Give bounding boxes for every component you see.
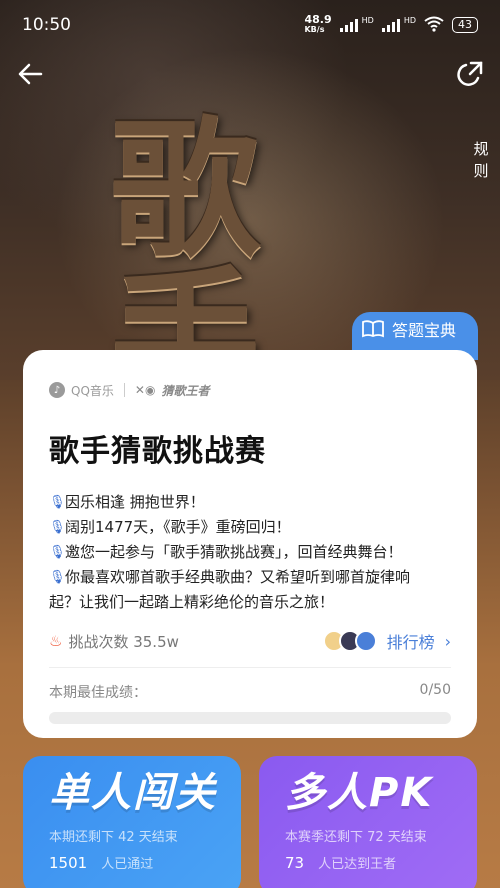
status-time: 10:50: [22, 15, 71, 35]
challenge-count-text: 挑战次数 35.5w: [68, 632, 179, 651]
signal-2-icon: [381, 18, 400, 32]
back-button[interactable]: [14, 58, 46, 90]
description-line: 🎙 阔别1477天，《歌手》重磅回归！: [49, 515, 451, 540]
hd2-label: HD: [403, 15, 416, 25]
share-button[interactable]: [454, 58, 486, 90]
pk-mode-subtitle: 本赛季还剩下 72 天结束: [285, 830, 427, 845]
fire-icon: ♨: [49, 632, 63, 650]
description-line: 起？让我们一起踏上精彩绝伦的音乐之旅！: [49, 590, 451, 615]
challenge-count: ♨ 挑战次数 35.5w: [49, 631, 179, 652]
brand-game-label: 猜歌王者: [161, 383, 210, 398]
description-text: 因乐相逢 拥抱世界！: [65, 493, 205, 511]
description: 🎙 因乐相逢 拥抱世界！ 🎙 阔别1477天，《歌手》重磅回归！ 🎙 邀您一起参与「歌…: [49, 490, 451, 615]
wifi-icon: [424, 16, 444, 35]
signal-1-icon: [339, 18, 358, 32]
solo-mode-count-row: 1501 人已通过: [49, 853, 241, 872]
pk-mode-card[interactable]: 多人PK 本赛季还剩下 72 天结束 73 人已达到王者: [259, 756, 477, 888]
pk-mode-title: 多人PK: [285, 770, 434, 816]
status-bar: 10:50 48.9 KB/s HD HD 43: [0, 0, 500, 50]
brand-qq-label: QQ音乐: [71, 383, 114, 398]
answer-guide-label: 答题宝典: [392, 321, 457, 340]
best-score-value: 0/50: [419, 682, 451, 698]
stats-row: ♨ 挑战次数 35.5w 排行榜 ›: [49, 629, 451, 653]
status-indicators: 48.9 KB/s HD HD 43: [304, 13, 478, 35]
avatar: [354, 630, 377, 652]
best-score-row: 本期最佳成绩： 0/50: [49, 682, 451, 702]
ranking-label[interactable]: 排行榜: [387, 629, 435, 653]
avatar-group: [322, 630, 377, 652]
description-line: 🎙 邀您一起参与「歌手猜歌挑战赛」，回首经典舞台！: [49, 540, 451, 565]
description-text: 起？让我们一起踏上精彩绝伦的音乐之旅！: [49, 593, 335, 611]
book-icon: [362, 320, 384, 338]
battery-indicator: 43: [452, 17, 478, 33]
chevron-right-icon: ›: [444, 631, 451, 651]
arrow-left-icon: [18, 63, 43, 85]
pk-mode-count-row: 73 人已达到王者: [285, 853, 477, 872]
brand-row: ♪ QQ音乐 ✕◉ 猜歌王者: [49, 380, 451, 400]
description-text: 阔别1477天，《歌手》重磅回归！: [65, 518, 291, 536]
best-score-label: 本期最佳成绩：: [49, 685, 147, 701]
pk-mode-count-label: 人已达到王者: [318, 857, 397, 872]
card-title: 歌手猜歌挑战赛: [49, 434, 266, 469]
pk-mode-count: 73: [285, 854, 305, 872]
solo-mode-title: 单人闯关: [49, 770, 217, 816]
microphone-icon: 🎙: [49, 570, 66, 585]
qq-music-logo-icon: ♪: [49, 382, 65, 398]
score-progress-bar: [49, 712, 451, 724]
microphone-icon: 🎙: [49, 520, 66, 535]
hd1-label: HD: [361, 15, 374, 25]
brand-divider: [123, 383, 125, 397]
net-speed: 48.9 KB/s: [304, 13, 332, 35]
share-icon: [457, 61, 483, 86]
solo-mode-subtitle: 本期还剩下 42 天结束: [49, 830, 178, 845]
divider: [49, 667, 451, 668]
net-speed-value: 48.9: [304, 13, 332, 26]
description-text: 邀您一起参与「歌手猜歌挑战赛」，回首经典舞台！: [65, 543, 403, 561]
net-speed-unit: KB/s: [304, 25, 325, 34]
rules-button[interactable]: 规则: [470, 138, 492, 182]
description-line: 🎙 因乐相逢 拥抱世界！: [49, 490, 451, 515]
microphone-icon: 🎙: [49, 545, 66, 560]
solo-mode-count-label: 人已通过: [101, 857, 154, 872]
solo-mode-count: 1501: [49, 854, 88, 872]
description-line: 🎙 你最喜欢哪首歌手经典歌曲？又希望听到哪首旋律响: [49, 565, 451, 590]
challenge-card: ♪ QQ音乐 ✕◉ 猜歌王者 歌手猜歌挑战赛 🎙 因乐相逢 拥抱世界！ 🎙 阔别14…: [23, 350, 477, 738]
game-logo-icon: ✕◉: [134, 383, 156, 397]
ranking-link[interactable]: 排行榜 ›: [322, 629, 451, 653]
description-text: 你最喜欢哪首歌手经典歌曲？又希望听到哪首旋律响: [65, 568, 411, 586]
solo-mode-card[interactable]: 单人闯关 本期还剩下 42 天结束 1501 人已通过: [23, 756, 241, 888]
microphone-icon: 🎙: [49, 495, 66, 510]
